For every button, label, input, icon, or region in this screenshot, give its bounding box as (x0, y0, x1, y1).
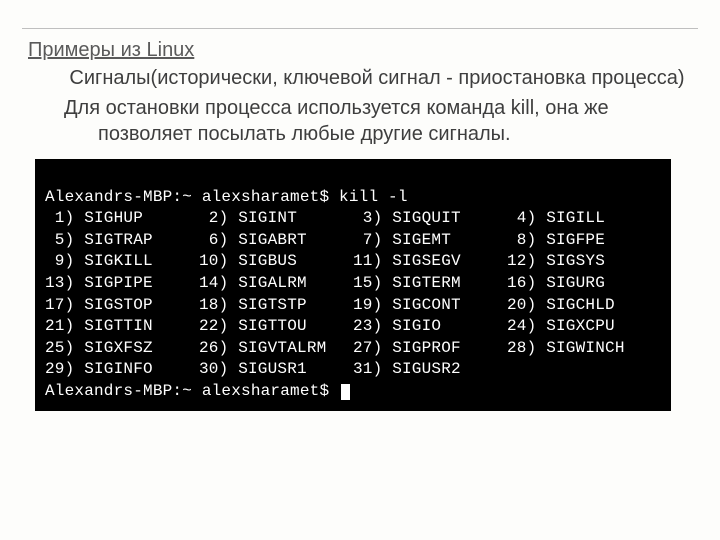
signal-table: 1) SIGHUP 2) SIGINT 3) SIGQUIT 4) SIGILL… (45, 208, 661, 381)
subheading-kill: Для остановки процесса используется кома… (44, 95, 692, 147)
signal-row: 21) SIGTTIN22) SIGTTOU23) SIGIO24) SIGXC… (45, 316, 661, 338)
signal-cell: 17) SIGSTOP (45, 295, 199, 317)
signal-cell: 14) SIGALRM (199, 273, 353, 295)
terminal-prompt-2: Alexandrs-MBP:~ alexsharamet$ (45, 381, 661, 403)
signal-cell: 7) SIGEMT (353, 230, 507, 252)
cursor (341, 384, 350, 400)
signal-cell: 27) SIGPROF (353, 338, 507, 360)
signal-row: 29) SIGINFO30) SIGUSR131) SIGUSR2 (45, 359, 661, 381)
signal-row: 17) SIGSTOP18) SIGTSTP19) SIGCONT20) SIG… (45, 295, 661, 317)
signal-cell: 5) SIGTRAP (45, 230, 199, 252)
signal-row: 13) SIGPIPE14) SIGALRM15) SIGTERM16) SIG… (45, 273, 661, 295)
subheading-signals: Сигналы(исторически, ключевой сигнал - п… (28, 66, 692, 91)
signal-cell: 22) SIGTTOU (199, 316, 353, 338)
signal-cell: 31) SIGUSR2 (353, 359, 507, 381)
terminal-prompt-2-text: Alexandrs-MBP:~ alexsharamet$ (45, 382, 339, 400)
signal-cell: 12) SIGSYS (507, 251, 661, 273)
subheading-signals-text: Сигналы(исторически, ключевой сигнал - п… (69, 67, 684, 89)
signal-cell: 19) SIGCONT (353, 295, 507, 317)
signal-cell: 23) SIGIO (353, 316, 507, 338)
divider (22, 28, 698, 29)
signal-cell: 9) SIGKILL (45, 251, 199, 273)
signal-cell: 10) SIGBUS (199, 251, 353, 273)
signal-cell: 8) SIGFPE (507, 230, 661, 252)
signal-cell: 4) SIGILL (507, 208, 661, 230)
signal-cell: 18) SIGTSTP (199, 295, 353, 317)
signal-cell: 24) SIGXCPU (507, 316, 661, 338)
heading: Примеры из Linux (28, 39, 692, 62)
signal-row: 25) SIGXFSZ26) SIGVTALRM27) SIGPROF28) S… (45, 338, 661, 360)
signal-cell: 3) SIGQUIT (353, 208, 507, 230)
signal-cell: 1) SIGHUP (45, 208, 199, 230)
signal-cell: 13) SIGPIPE (45, 273, 199, 295)
signal-cell: 28) SIGWINCH (507, 338, 661, 360)
signal-cell: 20) SIGCHLD (507, 295, 661, 317)
signal-cell: 11) SIGSEGV (353, 251, 507, 273)
signal-cell: 6) SIGABRT (199, 230, 353, 252)
terminal: Alexandrs-MBP:~ alexsharamet$ kill -l 1)… (35, 159, 671, 411)
signal-cell: 26) SIGVTALRM (199, 338, 353, 360)
signal-cell: 15) SIGTERM (353, 273, 507, 295)
signal-row: 9) SIGKILL10) SIGBUS11) SIGSEGV12) SIGSY… (45, 251, 661, 273)
signal-cell: 25) SIGXFSZ (45, 338, 199, 360)
signal-cell: 2) SIGINT (199, 208, 353, 230)
signal-cell: 29) SIGINFO (45, 359, 199, 381)
signal-cell: 16) SIGURG (507, 273, 661, 295)
signal-row: 5) SIGTRAP 6) SIGABRT 7) SIGEMT 8) SIGFP… (45, 230, 661, 252)
slide: Примеры из Linux Сигналы(исторически, кл… (0, 0, 720, 540)
terminal-prompt-1: Alexandrs-MBP:~ alexsharamet$ kill -l (45, 187, 661, 209)
signal-cell: 21) SIGTTIN (45, 316, 199, 338)
signal-row: 1) SIGHUP 2) SIGINT 3) SIGQUIT 4) SIGILL (45, 208, 661, 230)
signal-cell: 30) SIGUSR1 (199, 359, 353, 381)
